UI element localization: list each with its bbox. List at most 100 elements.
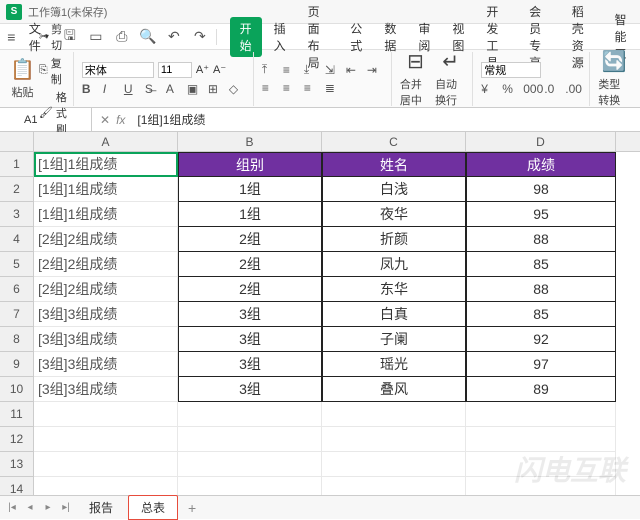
cell[interactable]: 成绩 bbox=[466, 152, 616, 177]
copy-button[interactable]: ⎘ 复制 bbox=[39, 55, 67, 87]
font-color-icon[interactable]: A bbox=[166, 82, 184, 96]
cell[interactable]: [1组]1组成绩 bbox=[34, 177, 178, 202]
formula-input[interactable]: [1组]1组成绩 bbox=[133, 111, 640, 128]
cell[interactable]: 3组 bbox=[178, 377, 322, 402]
cancel-icon[interactable]: ✕ bbox=[100, 113, 110, 127]
cell[interactable]: 白浅 bbox=[322, 177, 466, 202]
fill-color-icon[interactable]: ▣ bbox=[187, 82, 205, 96]
row-header[interactable]: 2 bbox=[0, 177, 34, 202]
orientation-icon[interactable]: ⇲ bbox=[325, 62, 343, 77]
type-convert-button[interactable]: 🔄类型转换 bbox=[598, 49, 630, 108]
row-header[interactable]: 12 bbox=[0, 427, 34, 452]
align-left-icon[interactable]: ≡ bbox=[262, 81, 280, 95]
clear-format-icon[interactable]: ◇ bbox=[229, 82, 247, 96]
cell[interactable]: 3组 bbox=[178, 352, 322, 377]
cell[interactable]: [3组]3组成绩 bbox=[34, 377, 178, 402]
cell[interactable] bbox=[322, 427, 466, 452]
strike-icon[interactable]: S̶ bbox=[145, 82, 163, 96]
cell[interactable]: 1组 bbox=[178, 177, 322, 202]
cell[interactable] bbox=[34, 452, 178, 477]
row-header[interactable]: 9 bbox=[0, 352, 34, 377]
increase-font-icon[interactable]: A⁺ bbox=[196, 63, 209, 76]
select-all-corner[interactable] bbox=[0, 132, 34, 151]
row-header[interactable]: 10 bbox=[0, 377, 34, 402]
border-icon[interactable]: ⊞ bbox=[208, 82, 226, 96]
cell[interactable]: [3组]3组成绩 bbox=[34, 302, 178, 327]
row-header[interactable]: 8 bbox=[0, 327, 34, 352]
cell[interactable]: [1组]1组成绩 bbox=[34, 202, 178, 227]
cell[interactable]: 2组 bbox=[178, 227, 322, 252]
preview-icon[interactable]: 🔍 bbox=[137, 26, 159, 48]
row-header[interactable]: 1 bbox=[0, 152, 34, 177]
fx-icon[interactable]: fx bbox=[116, 113, 125, 127]
cell[interactable]: 东华 bbox=[322, 277, 466, 302]
cell[interactable] bbox=[178, 452, 322, 477]
cell[interactable]: 2组 bbox=[178, 277, 322, 302]
comma-icon[interactable]: 000 bbox=[523, 82, 541, 96]
sheet-tab-总表[interactable]: 总表 bbox=[128, 495, 178, 520]
cell[interactable]: 85 bbox=[466, 302, 616, 327]
row-header[interactable]: 5 bbox=[0, 252, 34, 277]
redo-icon[interactable]: ↷ bbox=[189, 26, 211, 48]
font-size-select[interactable] bbox=[158, 62, 192, 78]
paste-button[interactable]: 📋粘贴 bbox=[10, 57, 35, 100]
italic-icon[interactable]: I bbox=[103, 82, 121, 96]
cell[interactable] bbox=[34, 402, 178, 427]
cell[interactable] bbox=[466, 452, 616, 477]
cell[interactable]: 3组 bbox=[178, 327, 322, 352]
print-icon[interactable]: ⎙ bbox=[111, 26, 133, 48]
cell[interactable]: 89 bbox=[466, 377, 616, 402]
cell[interactable]: 姓名 bbox=[322, 152, 466, 177]
row-header[interactable]: 11 bbox=[0, 402, 34, 427]
decrease-font-icon[interactable]: A⁻ bbox=[213, 63, 226, 76]
number-format-select[interactable] bbox=[481, 62, 541, 78]
row-header[interactable]: 3 bbox=[0, 202, 34, 227]
cell[interactable]: [3组]3组成绩 bbox=[34, 327, 178, 352]
cell[interactable] bbox=[178, 427, 322, 452]
indent-right-icon[interactable]: ⇥ bbox=[367, 62, 385, 77]
percent-icon[interactable]: % bbox=[502, 82, 520, 96]
cell[interactable]: [2组]2组成绩 bbox=[34, 277, 178, 302]
cut-button[interactable]: ✂ 剪切 bbox=[39, 21, 67, 53]
sheet-nav-first-icon[interactable]: |◂ bbox=[4, 502, 20, 513]
align-right-icon[interactable]: ≡ bbox=[304, 81, 322, 95]
cell[interactable]: 叠风 bbox=[322, 377, 466, 402]
new-icon[interactable]: ▭ bbox=[85, 26, 107, 48]
menu-tab-0[interactable]: 开始 bbox=[230, 17, 262, 57]
bold-icon[interactable]: B bbox=[82, 82, 100, 96]
merge-button[interactable]: ⊟合并居中 bbox=[400, 49, 431, 108]
align-middle-icon[interactable]: ≡ bbox=[283, 62, 301, 77]
cell[interactable]: 2组 bbox=[178, 252, 322, 277]
row-header[interactable]: 4 bbox=[0, 227, 34, 252]
cell[interactable]: 凤九 bbox=[322, 252, 466, 277]
menu-tab-1[interactable]: 插入 bbox=[264, 17, 296, 57]
cell[interactable]: 白真 bbox=[322, 302, 466, 327]
cell[interactable] bbox=[34, 427, 178, 452]
decimal-dec-icon[interactable]: .00 bbox=[565, 82, 583, 96]
align-center-icon[interactable]: ≡ bbox=[283, 81, 301, 95]
add-sheet-button[interactable]: + bbox=[180, 500, 204, 516]
cell[interactable] bbox=[178, 402, 322, 427]
cell[interactable]: 92 bbox=[466, 327, 616, 352]
row-header[interactable]: 6 bbox=[0, 277, 34, 302]
decimal-inc-icon[interactable]: .0 bbox=[544, 82, 562, 96]
cell[interactable]: [2组]2组成绩 bbox=[34, 227, 178, 252]
sheet-tab-报告[interactable]: 报告 bbox=[76, 495, 126, 520]
col-header[interactable]: D bbox=[466, 132, 616, 151]
indent-left-icon[interactable]: ⇤ bbox=[346, 62, 364, 77]
cell[interactable]: [2组]2组成绩 bbox=[34, 252, 178, 277]
align-bottom-icon[interactable]: ⤓ bbox=[304, 62, 322, 77]
cell[interactable]: 98 bbox=[466, 177, 616, 202]
cell[interactable]: 1组 bbox=[178, 202, 322, 227]
cell[interactable]: 组别 bbox=[178, 152, 322, 177]
cell[interactable] bbox=[466, 402, 616, 427]
cell[interactable]: [3组]3组成绩 bbox=[34, 352, 178, 377]
undo-icon[interactable]: ↶ bbox=[163, 26, 185, 48]
cell[interactable] bbox=[322, 402, 466, 427]
row-header[interactable]: 13 bbox=[0, 452, 34, 477]
sheet-nav-next-icon[interactable]: ▸ bbox=[40, 502, 56, 513]
cell[interactable]: 85 bbox=[466, 252, 616, 277]
cell[interactable]: 88 bbox=[466, 227, 616, 252]
col-header[interactable]: C bbox=[322, 132, 466, 151]
cell[interactable]: 瑶光 bbox=[322, 352, 466, 377]
